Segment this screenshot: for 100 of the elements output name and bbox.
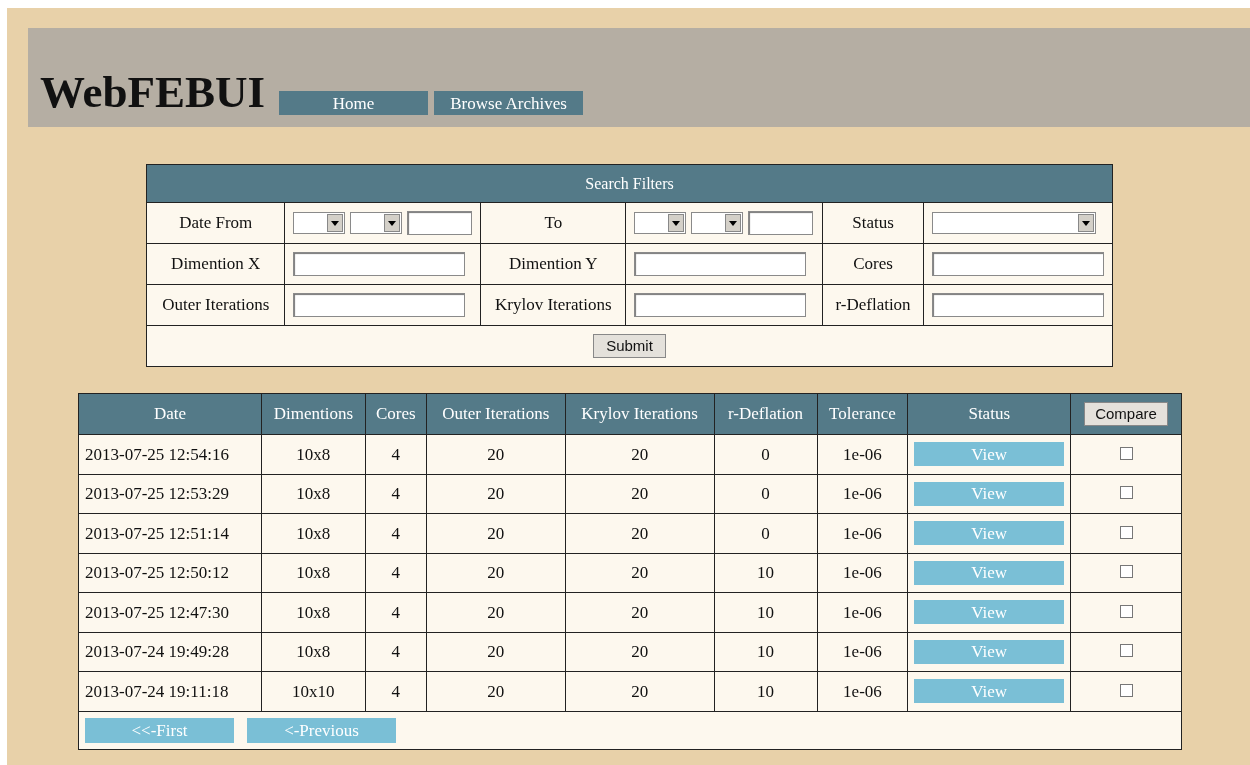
checkbox[interactable] [1119,565,1133,578]
submit-button[interactable]: Submit [593,334,666,359]
nav-link[interactable]: Browse Archives [434,91,584,115]
table-cell: 10 [714,632,817,672]
caret-icon [668,214,685,232]
dropdown[interactable] [931,212,1096,234]
field-label: Status [822,202,924,244]
pager-button[interactable]: <<-First [85,717,234,743]
table-cell: 10x8 [261,553,366,593]
input-field[interactable] [293,252,466,276]
table-cell: 10x8 [261,632,366,672]
field-label: Dimention Y [481,243,626,285]
table-cell: 2013-07-24 19:11:18 [78,671,262,711]
field-label: Cores [822,243,924,285]
compare-button[interactable]: Compare [1084,402,1168,427]
table-cell: 1e-06 [817,474,908,514]
table-cell: 0 [714,434,817,474]
table-cell: 10 [714,592,817,632]
table-cell: 2013-07-25 12:50:12 [78,553,262,593]
table-cell: 4 [365,632,427,672]
table-cell: 1e-06 [817,553,908,593]
dropdown[interactable] [293,212,346,234]
field-label: r-Deflation [822,284,924,326]
column-header: Dimentions [273,404,354,424]
table-cell: 20 [565,434,715,474]
column-header: Cores [375,404,416,424]
checkbox[interactable] [1119,525,1133,539]
table-cell: 2013-07-24 19:49:28 [78,632,262,672]
table-cell: 1e-06 [817,632,908,672]
table-cell: 4 [365,553,427,593]
table-cell: 20 [426,553,566,593]
nav-link[interactable]: Home [279,91,429,115]
table-cell: 4 [365,592,427,632]
table-cell: 1e-06 [817,671,908,711]
input-field[interactable] [293,293,466,317]
view-button[interactable]: View [914,600,1064,624]
caret-icon [327,214,344,232]
table-cell: 20 [426,592,566,632]
table-cell: 10 [714,553,817,593]
view-button[interactable]: View [914,481,1064,506]
checkbox[interactable] [1119,604,1133,618]
view-button[interactable]: View [914,639,1064,664]
checkbox[interactable] [1119,683,1133,697]
table-cell: 4 [365,671,427,711]
view-button[interactable]: View [914,442,1064,466]
table-cell: 1e-06 [817,592,908,632]
table-cell: 4 [365,513,427,553]
table-cell: 20 [426,513,566,553]
table-cell: 10x8 [261,513,366,553]
column-header: Date [153,404,186,424]
table-cell: 20 [565,513,715,553]
checkbox[interactable] [1119,446,1133,460]
table-cell: 10x8 [261,434,366,474]
dropdown[interactable] [691,212,744,234]
column-header: Outer Iterations [442,404,550,424]
table-header: Search Filters [146,164,1113,203]
table-cell: 10 [714,671,817,711]
table-cell: 20 [426,474,566,514]
input-field[interactable] [634,293,807,317]
field-label: To [481,202,626,244]
table-cell: 2013-07-25 12:53:29 [78,474,262,514]
view-button[interactable]: View [914,679,1064,703]
table-cell: 2013-07-25 12:51:14 [78,513,262,553]
table-cell: 4 [365,434,427,474]
table-cell: 10x8 [261,592,366,632]
view-button[interactable]: View [914,521,1064,545]
table-cell: 20 [426,632,566,672]
table-cell: 20 [565,632,715,672]
table-cell: 10x8 [261,474,366,514]
pager-button[interactable]: <-Previous [247,717,396,743]
dropdown[interactable] [350,212,403,234]
caret-icon [725,214,742,232]
table-cell: 0 [714,474,817,514]
column-header: Krylov Iterations [581,404,698,424]
input-field[interactable] [634,252,807,276]
table-cell: 4 [365,474,427,514]
column-header: Tolerance [829,404,896,424]
table-cell: 20 [565,553,715,593]
caret-icon [384,214,401,232]
table-cell: 20 [565,474,715,514]
table-cell: 10x10 [261,671,366,711]
column-header: Status [968,404,1010,424]
table-cell: 20 [426,434,566,474]
table-cell: 1e-06 [817,513,908,553]
input-field[interactable] [748,211,814,235]
column-header: r-Deflation [727,404,804,424]
checkbox[interactable] [1119,486,1133,499]
field-label: Date From [146,202,285,244]
input-field[interactable] [931,293,1104,317]
input-field[interactable] [931,252,1104,276]
table-cell: 2013-07-25 12:47:30 [78,592,262,632]
input-field[interactable] [407,211,473,235]
view-button[interactable]: View [914,560,1064,585]
field-label: Dimention X [146,243,285,285]
checkbox[interactable] [1119,644,1133,657]
field-label: Krylov Iterations [481,284,626,326]
table-cell: 20 [565,671,715,711]
table-cell: 20 [565,592,715,632]
caret-icon [1077,214,1094,232]
dropdown[interactable] [634,212,687,234]
